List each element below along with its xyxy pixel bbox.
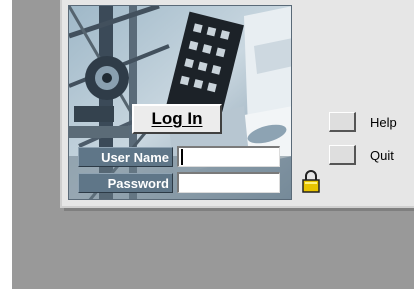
password-field[interactable] [177, 172, 280, 193]
padlock-icon [302, 169, 320, 193]
log-in-label: Log In [151, 109, 203, 128]
quit-button[interactable] [329, 145, 356, 165]
quit-label: Quit [370, 148, 394, 163]
log-in-button[interactable]: Log In [132, 104, 222, 134]
help-label: Help [370, 115, 397, 130]
splash-photo [68, 5, 292, 200]
panel-shadow [64, 208, 414, 211]
text-caret [181, 149, 183, 165]
help-button[interactable] [329, 112, 356, 132]
username-field[interactable] [177, 146, 280, 167]
password-label: Password [78, 173, 173, 193]
username-label: User Name [78, 147, 173, 167]
